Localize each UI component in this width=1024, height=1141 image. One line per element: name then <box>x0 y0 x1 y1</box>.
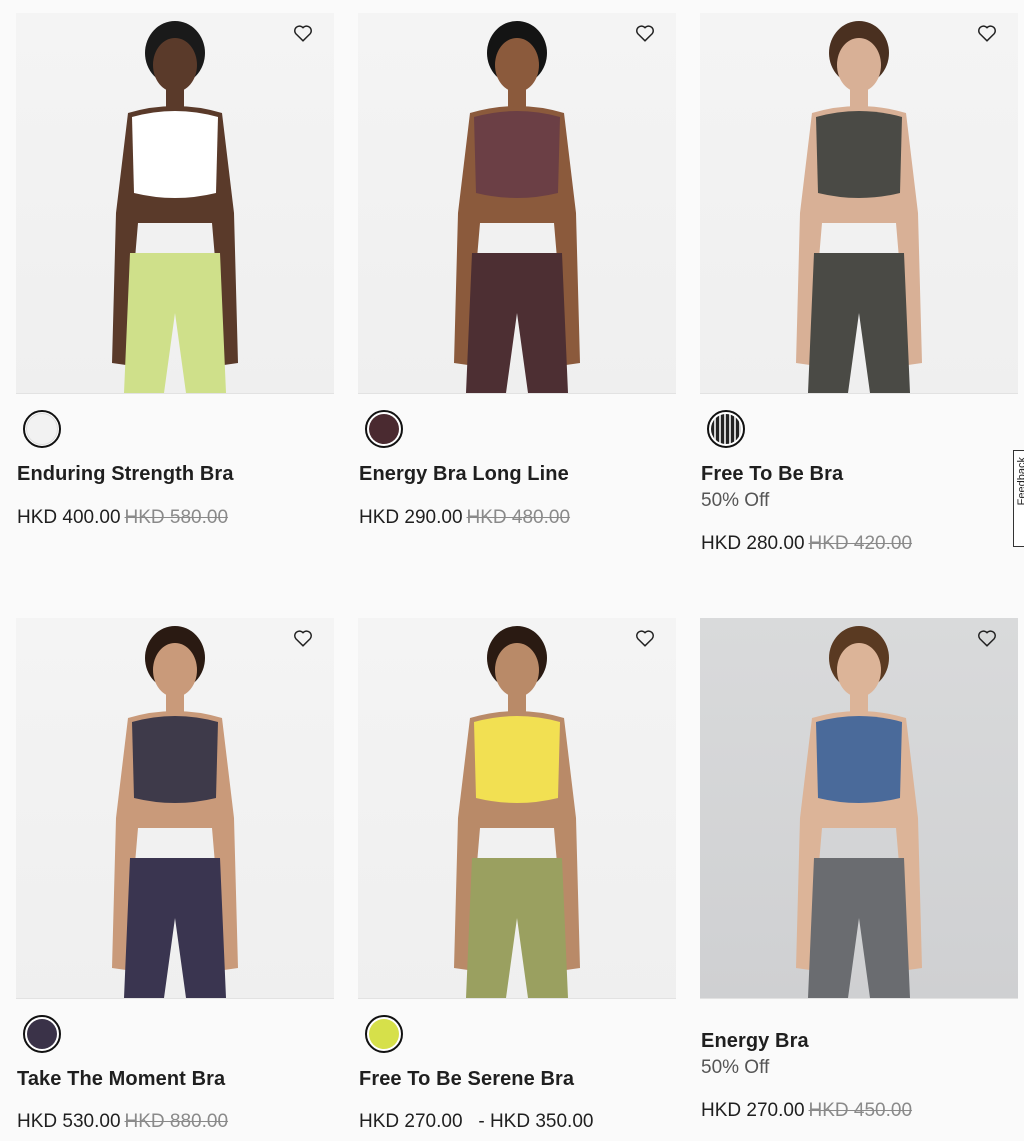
product-price: HKD 270.00 HKD 450.00 <box>701 1100 912 1122</box>
feedback-tab-label: Feedback <box>1016 457 1024 506</box>
product-image[interactable] <box>358 13 676 394</box>
product-image[interactable] <box>358 618 676 999</box>
wishlist-heart-icon[interactable] <box>976 627 998 649</box>
product-card[interactable]: Free To Be Serene Bra HKD 270.00 - HKD 35… <box>358 618 676 1132</box>
model-figure <box>112 626 238 998</box>
product-price: HKD 400.00 HKD 580.00 <box>17 507 228 529</box>
current-price: HKD 270.00 <box>701 1100 805 1121</box>
current-price: HKD 290.00 <box>359 507 463 528</box>
wishlist-heart-icon[interactable] <box>634 627 656 649</box>
product-name[interactable]: Take The Moment Bra <box>17 1068 225 1091</box>
color-swatch[interactable] <box>23 410 61 448</box>
swatch-dot <box>369 1019 399 1049</box>
product-card[interactable]: Take The Moment Bra HKD 530.00 HKD 880.00 <box>16 618 334 1132</box>
feedback-tab[interactable]: Feedback <box>1013 450 1024 547</box>
product-name[interactable]: Free To Be Bra <box>701 463 843 486</box>
wishlist-heart-icon[interactable] <box>292 627 314 649</box>
product-name[interactable]: Enduring Strength Bra <box>17 463 234 486</box>
product-card[interactable]: Free To Be Bra 50% Off HKD 280.00 HKD 420.0… <box>700 13 1018 554</box>
product-card[interactable]: Enduring Strength Bra HKD 400.00 HKD 580.0… <box>16 13 334 528</box>
wishlist-heart-icon[interactable] <box>976 22 998 44</box>
wishlist-heart-icon[interactable] <box>292 22 314 44</box>
color-swatch[interactable] <box>365 410 403 448</box>
swatch-dot <box>711 414 741 444</box>
current-price: HKD 400.00 <box>17 507 121 528</box>
product-price: HKD 530.00 HKD 880.00 <box>17 1111 228 1133</box>
product-name[interactable]: Energy Bra Long Line <box>359 463 569 486</box>
product-card[interactable]: Energy Bra Long Line HKD 290.00 HKD 480.00 <box>358 13 676 528</box>
discount-badge: 50% Off <box>701 490 770 511</box>
model-figure <box>454 626 580 998</box>
current-price: HKD 270.00 - HKD 350.00 <box>359 1111 594 1132</box>
model-figure <box>796 21 922 393</box>
swatch-dot <box>369 414 399 444</box>
model-figure <box>112 21 238 393</box>
wishlist-heart-icon[interactable] <box>634 22 656 44</box>
swatch-dot <box>26 413 58 445</box>
product-price: HKD 280.00 HKD 420.00 <box>701 533 912 555</box>
product-name[interactable]: Energy Bra <box>701 1030 809 1053</box>
product-image[interactable] <box>16 13 334 394</box>
discount-badge: 50% Off <box>701 1057 770 1078</box>
product-price: HKD 270.00 - HKD 350.00 <box>359 1111 593 1133</box>
product-image[interactable] <box>16 618 334 999</box>
product-image[interactable] <box>700 13 1018 394</box>
color-swatch[interactable] <box>365 1015 403 1053</box>
original-price: HKD 480.00 <box>466 507 571 528</box>
product-image[interactable] <box>700 618 1018 999</box>
original-price: HKD 420.00 <box>808 533 913 554</box>
product-name[interactable]: Free To Be Serene Bra <box>359 1068 574 1091</box>
product-card[interactable]: Energy Bra 50% Off HKD 270.00 HKD 450.00 <box>700 618 1018 1121</box>
color-swatch[interactable] <box>707 410 745 448</box>
original-price: HKD 880.00 <box>124 1111 229 1132</box>
color-swatch[interactable] <box>23 1015 61 1053</box>
current-price: HKD 530.00 <box>17 1111 121 1132</box>
swatch-dot <box>27 1019 57 1049</box>
original-price: HKD 450.00 <box>808 1100 913 1121</box>
product-price: HKD 290.00 HKD 480.00 <box>359 507 570 529</box>
model-figure <box>796 626 922 998</box>
original-price: HKD 580.00 <box>124 507 229 528</box>
current-price: HKD 280.00 <box>701 533 805 554</box>
model-figure <box>454 21 580 393</box>
